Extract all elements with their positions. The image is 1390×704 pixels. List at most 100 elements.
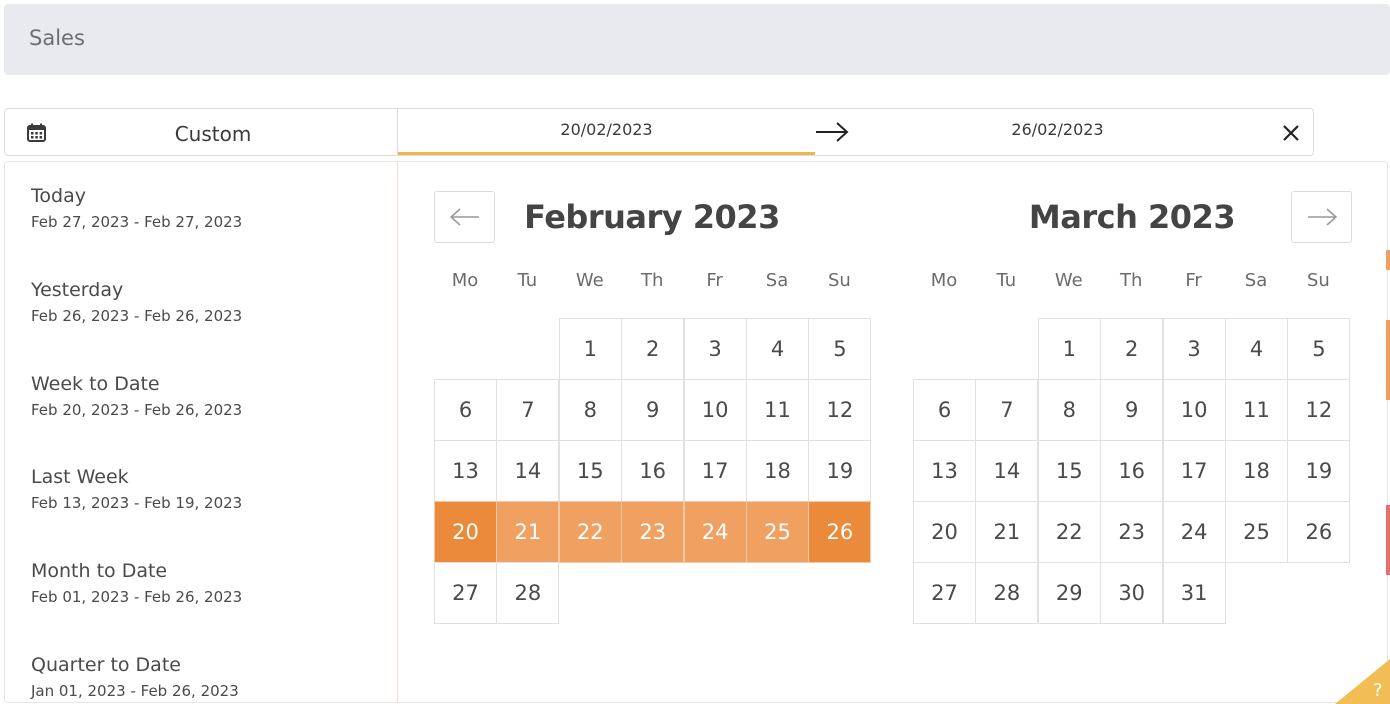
calendar-panel: February 2023 March 2023 Mo Tu We Th Fr Sa Su 1… [397, 162, 1387, 702]
day-cell[interactable]: 28 [975, 562, 1039, 624]
day-cell[interactable]: 13 [434, 440, 497, 502]
next-month-button[interactable] [1291, 191, 1352, 243]
weekday-header: Fr [1185, 270, 1202, 291]
background-stripe [1386, 250, 1390, 270]
day-cell[interactable]: 25 [746, 501, 809, 563]
day-cell[interactable]: 2 [621, 318, 685, 380]
day-cell[interactable]: 31 [1162, 562, 1226, 624]
preset-week-to-date[interactable]: Week to Date Feb 20, 2023 - Feb 26, 2023 [31, 372, 371, 452]
end-date-input[interactable] [850, 120, 1265, 139]
day-cell[interactable]: 25 [1225, 501, 1288, 563]
day-cell[interactable]: 9 [1100, 379, 1164, 441]
day-cell[interactable]: 26 [1287, 501, 1351, 563]
range-mode-select[interactable]: Custom [115, 122, 311, 146]
day-cell[interactable]: 16 [1100, 440, 1164, 502]
day-cell[interactable]: 1 [558, 318, 622, 380]
day-cell[interactable]: 21 [975, 501, 1039, 563]
day-cell[interactable]: 26 [808, 501, 872, 563]
preset-label: Week to Date [31, 373, 160, 395]
day-cell[interactable]: 7 [975, 379, 1039, 441]
day-cell[interactable]: 4 [1225, 318, 1288, 380]
weekday-header: Fr [706, 270, 723, 291]
day-cell[interactable]: 3 [683, 318, 747, 380]
weekday-header: Sa [765, 270, 789, 291]
day-cell[interactable]: 4 [746, 318, 809, 380]
preset-quarter-to-date[interactable]: Quarter to Date Jan 01, 2023 - Feb 26, 2… [31, 653, 371, 702]
background-stripe [1386, 505, 1390, 575]
day-cell[interactable]: 15 [1037, 440, 1101, 502]
day-cell[interactable]: 11 [1225, 379, 1288, 441]
day-cell[interactable]: 5 [1287, 318, 1351, 380]
day-cell[interactable]: 12 [808, 379, 872, 441]
preset-range: Feb 01, 2023 - Feb 26, 2023 [31, 588, 243, 606]
page-title: Sales [29, 26, 85, 50]
day-cell[interactable]: 19 [808, 440, 872, 502]
preset-label: Month to Date [31, 560, 168, 582]
day-cell[interactable]: 23 [621, 501, 685, 563]
help-button[interactable]: ? [1335, 659, 1390, 704]
calendar-icon[interactable] [27, 123, 46, 142]
day-cell[interactable]: 28 [496, 562, 560, 624]
day-cell[interactable]: 6 [434, 379, 497, 441]
weekday-header: Th [1119, 270, 1143, 291]
preset-label: Yesterday [31, 279, 124, 301]
preset-today[interactable]: Today Feb 27, 2023 - Feb 27, 2023 [31, 184, 371, 264]
date-range-bar[interactable]: Custom [4, 108, 1314, 156]
day-cell[interactable]: 8 [558, 379, 622, 441]
day-cell[interactable]: 19 [1287, 440, 1351, 502]
day-cell[interactable]: 29 [1037, 562, 1101, 624]
day-cell[interactable]: 7 [496, 379, 560, 441]
start-date-field[interactable] [398, 109, 815, 155]
day-cell[interactable]: 8 [1037, 379, 1101, 441]
preset-label: Quarter to Date [31, 654, 181, 676]
day-cell[interactable]: 2 [1100, 318, 1164, 380]
day-cell[interactable]: 23 [1100, 501, 1164, 563]
month-title: February 2023 [524, 198, 780, 236]
arrow-right-icon [1308, 208, 1337, 226]
help-label: ? [1373, 680, 1383, 701]
day-cell[interactable]: 10 [1162, 379, 1226, 441]
preset-range: Feb 26, 2023 - Feb 26, 2023 [31, 307, 243, 325]
preset-list: Today Feb 27, 2023 - Feb 27, 2023 Yester… [5, 162, 397, 702]
day-cell[interactable]: 3 [1162, 318, 1226, 380]
day-cell[interactable]: 24 [1162, 501, 1226, 563]
day-cell[interactable]: 11 [746, 379, 809, 441]
close-icon[interactable] [1281, 123, 1301, 143]
day-cell[interactable]: 18 [1225, 440, 1288, 502]
day-cell[interactable]: 6 [913, 379, 976, 441]
day-cell[interactable]: 14 [975, 440, 1039, 502]
day-cell[interactable]: 13 [913, 440, 976, 502]
day-cell[interactable]: 12 [1287, 379, 1351, 441]
preset-month-to-date[interactable]: Month to Date Feb 01, 2023 - Feb 26, 202… [31, 559, 371, 639]
day-cell[interactable]: 20 [434, 501, 497, 563]
weekday-header: Tu [517, 270, 538, 291]
day-cell[interactable]: 27 [913, 562, 976, 624]
arrow-left-icon [450, 208, 479, 226]
weekday-header: Su [1306, 270, 1330, 291]
prev-month-button[interactable] [434, 191, 495, 243]
day-cell[interactable]: 15 [558, 440, 622, 502]
day-cell[interactable]: 5 [808, 318, 872, 380]
preset-range: Feb 13, 2023 - Feb 19, 2023 [31, 494, 243, 512]
day-cell[interactable]: 22 [1037, 501, 1101, 563]
day-cell[interactable]: 16 [621, 440, 685, 502]
day-cell[interactable]: 24 [683, 501, 747, 563]
day-cell[interactable]: 18 [746, 440, 809, 502]
day-cell[interactable]: 1 [1037, 318, 1101, 380]
preset-range: Jan 01, 2023 - Feb 26, 2023 [31, 682, 239, 700]
day-cell[interactable]: 14 [496, 440, 560, 502]
day-cell[interactable]: 10 [683, 379, 747, 441]
day-cell[interactable]: 30 [1100, 562, 1164, 624]
day-cell[interactable]: 27 [434, 562, 497, 624]
day-cell[interactable]: 17 [1162, 440, 1226, 502]
day-cell[interactable]: 20 [913, 501, 976, 563]
preset-yesterday[interactable]: Yesterday Feb 26, 2023 - Feb 26, 2023 [31, 278, 371, 358]
day-cell[interactable]: 9 [621, 379, 685, 441]
day-cell[interactable]: 22 [558, 501, 622, 563]
day-cell[interactable]: 17 [683, 440, 747, 502]
weekday-header: Su [827, 270, 851, 291]
start-date-input[interactable] [398, 120, 815, 139]
preset-last-week[interactable]: Last Week Feb 13, 2023 - Feb 19, 2023 [31, 465, 371, 545]
day-cell[interactable]: 21 [496, 501, 560, 563]
weekday-header: Tu [996, 270, 1017, 291]
